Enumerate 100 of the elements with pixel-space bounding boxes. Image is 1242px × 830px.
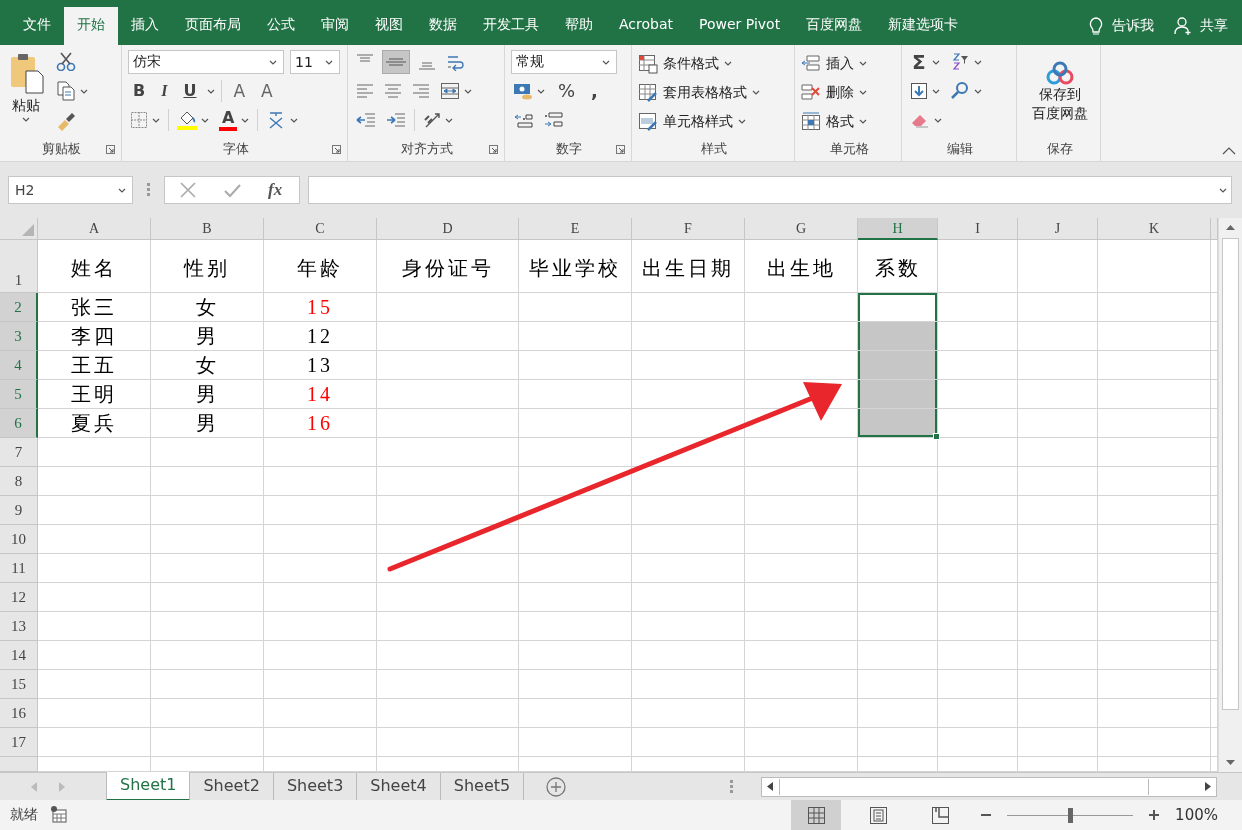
menu-tab[interactable]: 新建选项卡 — [875, 7, 972, 45]
fill-down-icon[interactable] — [910, 82, 928, 100]
fill-bucket-icon[interactable] — [177, 110, 197, 130]
grow-font-button[interactable]: A — [228, 80, 251, 102]
collapse-ribbon-icon[interactable] — [1222, 147, 1236, 155]
caret-icon[interactable] — [80, 88, 88, 94]
caret-icon[interactable] — [974, 88, 982, 94]
increase-decimal-icon[interactable] — [513, 111, 533, 129]
row-header[interactable]: 9 — [0, 496, 38, 525]
caret-icon[interactable] — [602, 59, 610, 65]
menu-tab[interactable]: Acrobat — [606, 7, 686, 45]
insert-function-button[interactable]: fx — [268, 180, 283, 200]
caret-icon[interactable] — [445, 117, 453, 123]
cells-button[interactable]: 格式 — [801, 109, 897, 134]
brush-icon[interactable] — [56, 111, 76, 131]
row-header[interactable]: 6 — [0, 409, 38, 438]
font-color-button[interactable]: A — [219, 109, 238, 131]
font-name-field[interactable]: 仿宋 — [128, 50, 284, 74]
column-header[interactable]: G — [745, 218, 858, 240]
person-icon[interactable] — [1174, 16, 1192, 36]
row-header[interactable]: 16 — [0, 699, 38, 728]
horizontal-scrollbar[interactable] — [761, 776, 1217, 797]
menu-tab[interactable]: 文件 — [10, 7, 64, 45]
dialog-launcher-icon[interactable] — [616, 145, 625, 154]
autosum-button[interactable]: Σ — [910, 51, 928, 73]
drag-handle[interactable] — [147, 183, 150, 197]
menu-tab[interactable]: Power Pivot — [686, 7, 794, 45]
copy-icon[interactable] — [56, 81, 76, 101]
caret-icon[interactable] — [241, 117, 250, 123]
caret-icon[interactable] — [118, 187, 126, 193]
bold-button[interactable]: B — [128, 80, 151, 102]
caret-icon[interactable] — [973, 59, 982, 65]
style-button[interactable]: 单元格样式 — [638, 109, 790, 134]
menu-tab[interactable]: 插入 — [118, 7, 172, 45]
row-header[interactable]: 10 — [0, 525, 38, 554]
menu-tab[interactable]: 审阅 — [308, 7, 362, 45]
dialog-launcher-icon[interactable] — [106, 145, 115, 154]
row-header[interactable]: 15 — [0, 670, 38, 699]
row-header[interactable]: 1 — [0, 240, 38, 293]
caret-icon[interactable] — [934, 117, 942, 123]
add-sheet-icon[interactable] — [546, 776, 567, 797]
style-button[interactable]: 条件格式 — [638, 51, 790, 76]
row-header[interactable]: 5 — [0, 380, 38, 409]
caret-icon[interactable] — [932, 88, 940, 94]
border-icon[interactable] — [130, 111, 148, 129]
menu-tab[interactable]: 公式 — [254, 7, 308, 45]
column-header[interactable]: F — [632, 218, 745, 240]
orientation-icon[interactable] — [423, 111, 441, 129]
row-header[interactable]: 7 — [0, 438, 38, 467]
row-header[interactable]: 3 — [0, 322, 38, 351]
column-header[interactable]: D — [377, 218, 519, 240]
fill-handle[interactable] — [933, 433, 940, 440]
italic-button[interactable]: I — [156, 80, 173, 102]
lightbulb-icon[interactable] — [1088, 16, 1104, 36]
column-header[interactable]: H — [858, 218, 938, 240]
caret-icon[interactable] — [464, 88, 472, 94]
style-button[interactable]: 套用表格格式 — [638, 80, 790, 105]
caret-icon[interactable] — [207, 88, 216, 94]
menu-tab[interactable]: 帮助 — [552, 7, 606, 45]
merge-cells-icon[interactable] — [440, 82, 460, 100]
menu-tab[interactable]: 开发工具 — [470, 7, 552, 45]
caret-icon[interactable] — [325, 59, 333, 65]
caret-icon[interactable] — [537, 88, 545, 94]
save-to-cloud-button[interactable]: 保存到 百度网盘 — [1023, 49, 1096, 123]
currency-icon[interactable] — [513, 82, 533, 100]
caret-icon[interactable] — [269, 59, 277, 65]
row-header[interactable]: 13 — [0, 612, 38, 641]
name-box[interactable]: H2 — [8, 176, 133, 204]
column-header[interactable]: B — [151, 218, 264, 240]
scissors-icon[interactable] — [56, 51, 76, 71]
split-handle[interactable] — [730, 779, 733, 794]
menu-tab[interactable]: 视图 — [362, 7, 416, 45]
caret-icon[interactable] — [290, 117, 299, 123]
comma-button[interactable]: , — [586, 80, 603, 102]
row-header[interactable]: 4 — [0, 351, 38, 380]
dialog-launcher-icon[interactable] — [489, 145, 498, 154]
caret-icon[interactable] — [152, 117, 160, 123]
underline-button[interactable]: U — [178, 80, 202, 102]
row-header[interactable]: 14 — [0, 641, 38, 670]
cells-button[interactable]: 插入 — [801, 51, 897, 76]
macro-record-icon[interactable] — [50, 806, 68, 824]
menu-tab[interactable]: 数据 — [416, 7, 470, 45]
font-size-field[interactable]: 11 — [290, 50, 340, 74]
tell-me-button[interactable]: 告诉我 — [1088, 16, 1154, 36]
outdent-icon[interactable] — [356, 111, 376, 129]
formula-input[interactable] — [308, 176, 1232, 204]
wrap-text-icon[interactable] — [446, 53, 464, 71]
caret-icon[interactable] — [931, 59, 940, 65]
column-header[interactable]: A — [38, 218, 151, 240]
decrease-decimal-icon[interactable] — [543, 111, 563, 129]
indent-icon[interactable] — [386, 111, 406, 129]
column-header[interactable]: E — [519, 218, 632, 240]
column-header[interactable]: C — [264, 218, 377, 240]
menu-tab[interactable]: 百度网盘 — [793, 7, 876, 45]
column-header[interactable]: K — [1098, 218, 1211, 240]
cells-button[interactable]: 删除 — [801, 80, 897, 105]
row-header[interactable]: 11 — [0, 554, 38, 583]
sheet-tab[interactable]: Sheet1 — [106, 771, 191, 801]
row-header[interactable]: 17 — [0, 728, 38, 757]
menu-tab[interactable]: 开始 — [64, 7, 118, 45]
